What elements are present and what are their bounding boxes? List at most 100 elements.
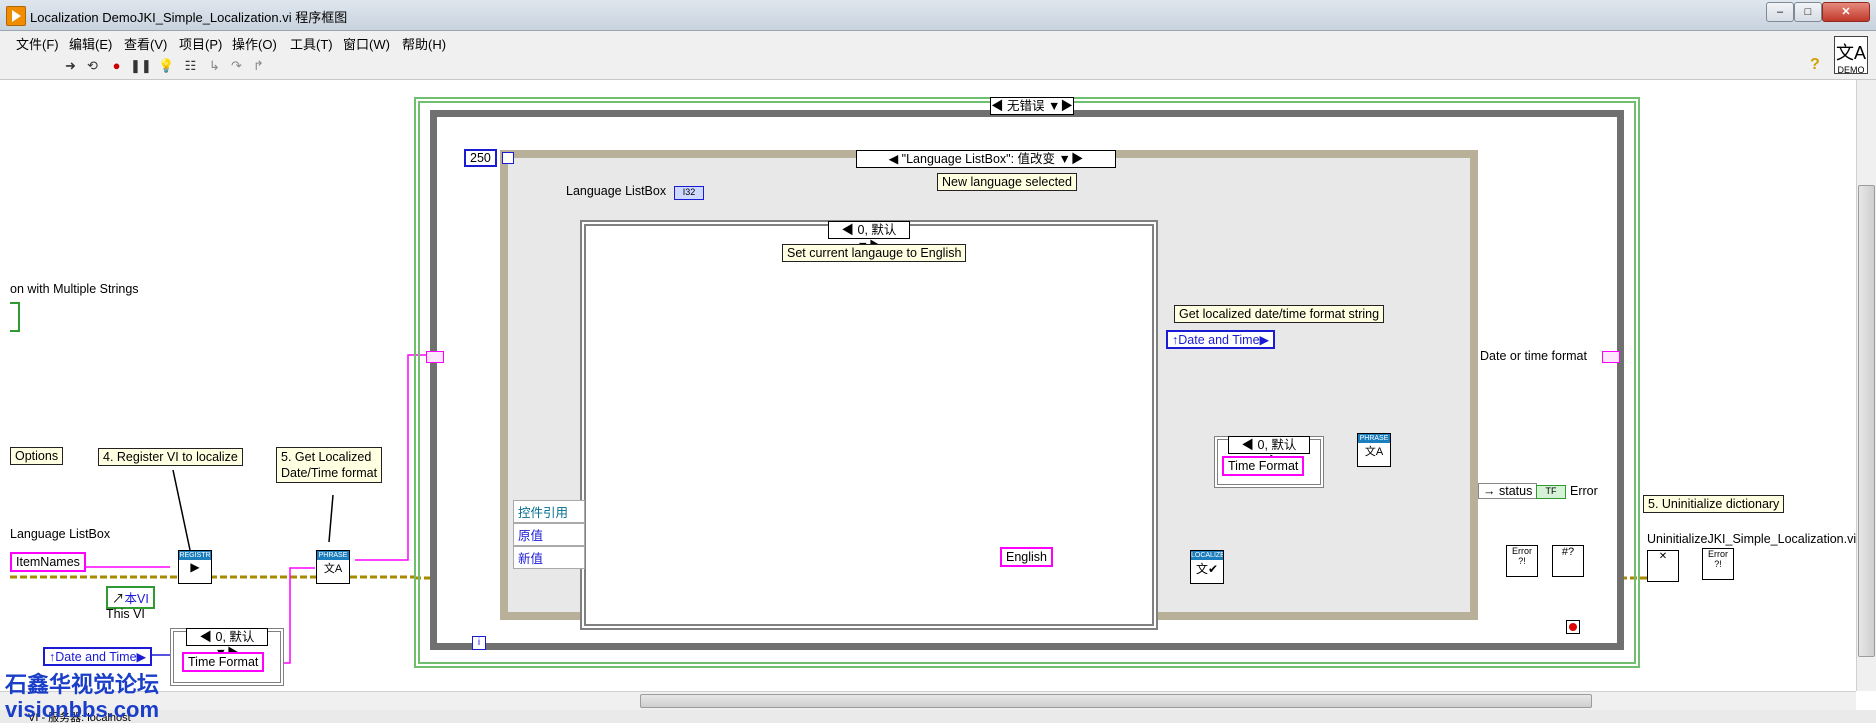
event-data-old-value[interactable]: 原值 xyxy=(513,523,585,546)
language-listbox-label: Language ListBox xyxy=(566,184,667,198)
english-constant[interactable]: English xyxy=(1000,547,1053,567)
shift-register-right-icon xyxy=(1602,351,1620,363)
phrase-subvi-2[interactable]: PHRASE 文A xyxy=(1357,433,1391,467)
maximize-button[interactable]: □ xyxy=(1794,2,1822,22)
this-vi-label: This VI xyxy=(106,607,145,621)
inner-case2-label: 0, 默认 xyxy=(1257,438,1297,452)
window-title: Localization DemoJKI_Simple_Localization… xyxy=(30,10,348,25)
vertical-scroll-thumb[interactable] xyxy=(1858,185,1875,657)
inner-case2-selector[interactable]: ◀ 0, 默认 ▼▶ xyxy=(1228,436,1310,468)
this-vi-const-text: 本VI xyxy=(124,592,149,606)
note-get-localized-dt: 5. Get Localized Date/Time format xyxy=(276,447,383,483)
step-over-icon[interactable]: ↷ xyxy=(228,57,245,74)
date-and-time-inner-label: Date and Time xyxy=(1178,333,1260,347)
watermark-line1: 石鑫华视觉论坛 xyxy=(5,672,160,697)
menu-file[interactable]: 文件(F) xyxy=(16,34,59,53)
abort-icon[interactable]: ● xyxy=(108,57,125,74)
left-label-multiple: on with Multiple Strings xyxy=(10,282,139,296)
time-format-inner[interactable]: Time Format xyxy=(1222,456,1305,476)
block-diagram-canvas[interactable]: ◀ 无错误 ▼▶ ◀ "Language ListBox": 值改变 ▼▶ Ne… xyxy=(10,80,1856,691)
highlight-execution-icon[interactable]: 💡 xyxy=(158,57,175,74)
inner-case-selector[interactable]: ◀ 0, 默认 ▼▶ xyxy=(828,221,910,253)
shift-register-left-icon xyxy=(426,351,444,363)
phrase-subvi-1[interactable]: PHRASE 文A xyxy=(316,550,350,584)
step-into-icon[interactable]: ↳ xyxy=(206,57,223,74)
menu-help[interactable]: 帮助(H) xyxy=(402,34,446,53)
help-icon[interactable]: ? xyxy=(1810,56,1820,74)
inner-case-structure[interactable] xyxy=(580,220,1158,630)
error-case-selector[interactable]: ◀ 无错误 ▼▶ xyxy=(990,97,1074,115)
run-arrow-icon[interactable]: ➜ xyxy=(62,57,79,74)
time-format-outer[interactable]: Time Format xyxy=(182,652,265,672)
menu-view[interactable]: 查看(V) xyxy=(124,34,167,53)
uninit-subvi[interactable]: ✕ xyxy=(1647,550,1679,582)
menu-edit[interactable]: 编辑(E) xyxy=(69,34,112,53)
hourglass-terminal-icon xyxy=(502,152,514,164)
event-case-selector[interactable]: ◀ "Language ListBox": 值改变 ▼▶ xyxy=(856,150,1116,168)
tf-badge[interactable]: TF xyxy=(1536,485,1566,499)
phrase-subvi-2-header: PHRASE xyxy=(1358,434,1390,443)
run-continuously-icon[interactable]: ⟲ xyxy=(84,57,101,74)
status-bar: VI - 服务器: localhost xyxy=(0,710,1876,724)
clear-error-icon[interactable]: #? xyxy=(1552,545,1584,577)
set-language-subvi[interactable]: LOCALIZE 文✔ xyxy=(1190,550,1224,584)
watermark-line2: visionbbs.com xyxy=(5,697,160,722)
error-label: Error xyxy=(1570,484,1598,498)
close-button[interactable]: ✕ xyxy=(1822,2,1870,22)
labview-app-icon xyxy=(6,6,26,26)
register-subvi-header: REGISTR xyxy=(179,551,211,560)
menu-operate[interactable]: 操作(O) xyxy=(232,34,277,53)
vi-icon-label: DEMO xyxy=(1837,65,1865,75)
event-data-new-value[interactable]: 新值 xyxy=(513,546,585,569)
minimize-button[interactable]: – xyxy=(1766,2,1794,22)
note-uninit: 5. Uninitialize dictionary xyxy=(1643,495,1785,513)
timeout-constant[interactable]: 250 xyxy=(464,149,497,167)
i32-badge[interactable]: I32 xyxy=(674,186,704,200)
pause-icon[interactable]: ❚❚ xyxy=(130,57,152,74)
menu-tools[interactable]: 工具(T) xyxy=(290,34,333,53)
note-set-english: Set current langauge to English xyxy=(782,244,967,262)
phrase-subvi-1-header: PHRASE xyxy=(317,551,349,560)
note-new-language: New language selected xyxy=(937,173,1077,191)
menu-window[interactable]: 窗口(W) xyxy=(343,34,390,53)
error-handler-icon-2[interactable]: Error?! xyxy=(1702,548,1734,580)
set-language-subvi-header: LOCALIZE xyxy=(1191,551,1224,560)
language-listbox-left-label: Language ListBox xyxy=(10,527,111,541)
itemnames-property[interactable]: ItemNames xyxy=(10,552,86,572)
event-data-node[interactable]: 控件引用 原值 新值 xyxy=(513,500,585,569)
loop-iteration-terminal[interactable]: i xyxy=(472,636,486,650)
error-handler-icon[interactable]: Error?! xyxy=(1506,545,1538,577)
checkmark-icon: 文✔ xyxy=(1195,562,1219,576)
stop-terminal[interactable] xyxy=(1566,620,1580,634)
outer-case-label: 0, 默认 xyxy=(215,630,255,644)
date-and-time-outer-label: Date and Time xyxy=(55,650,137,664)
status-label: status xyxy=(1498,484,1533,498)
horizontal-scroll-thumb[interactable] xyxy=(640,694,1592,708)
phrase-arrow xyxy=(328,494,334,543)
left-note-options: Options xyxy=(10,447,64,465)
this-vi-constant[interactable]: ↗本VI xyxy=(106,586,155,609)
register-subvi[interactable]: REGISTR ▶ xyxy=(178,550,212,584)
toolbar: ➜ ⟲ ● ❚❚ 💡 ☷ ↳ ↷ ↱ xyxy=(0,53,1876,80)
date-and-time-outer[interactable]: ↑Date and Time▶ xyxy=(43,647,153,666)
menu-project[interactable]: 项目(P) xyxy=(179,34,222,53)
register-arrow-icon: ▶ xyxy=(190,560,200,574)
event-case-name: "Language ListBox": 值改变 xyxy=(901,152,1056,166)
stop-icon xyxy=(1569,623,1577,631)
translate-icon: 文A xyxy=(1835,43,1866,63)
retain-wire-values-icon[interactable]: ☷ xyxy=(182,57,199,74)
menu-bar: 文件(F) 编辑(E) 查看(V) 项目(P) 操作(O) 工具(T) 窗口(W… xyxy=(0,31,1876,53)
vi-icon: 文A DEMO xyxy=(1834,36,1868,75)
translate-icon-2: 文A xyxy=(1364,446,1384,458)
date-and-time-inner[interactable]: ↑Date and Time▶ xyxy=(1166,330,1276,349)
uninit-vi-label: UninitializeJKI_Simple_Localization.vi xyxy=(1647,532,1856,546)
note-register: 4. Register VI to localize xyxy=(98,448,243,466)
date-or-time-format-label: Date or time format xyxy=(1480,349,1587,363)
step-out-icon[interactable]: ↱ xyxy=(250,57,267,74)
note-get-localized-string: Get localized date/time format string xyxy=(1174,305,1385,323)
left-terminal-fragment xyxy=(10,302,20,332)
status-unbundle[interactable]: → status xyxy=(1478,483,1538,499)
outer-case-selector[interactable]: ◀ 0, 默认 ▼▶ xyxy=(186,628,268,660)
error-case-label: 无错误 xyxy=(1007,99,1045,113)
event-data-control-ref[interactable]: 控件引用 xyxy=(513,500,585,523)
